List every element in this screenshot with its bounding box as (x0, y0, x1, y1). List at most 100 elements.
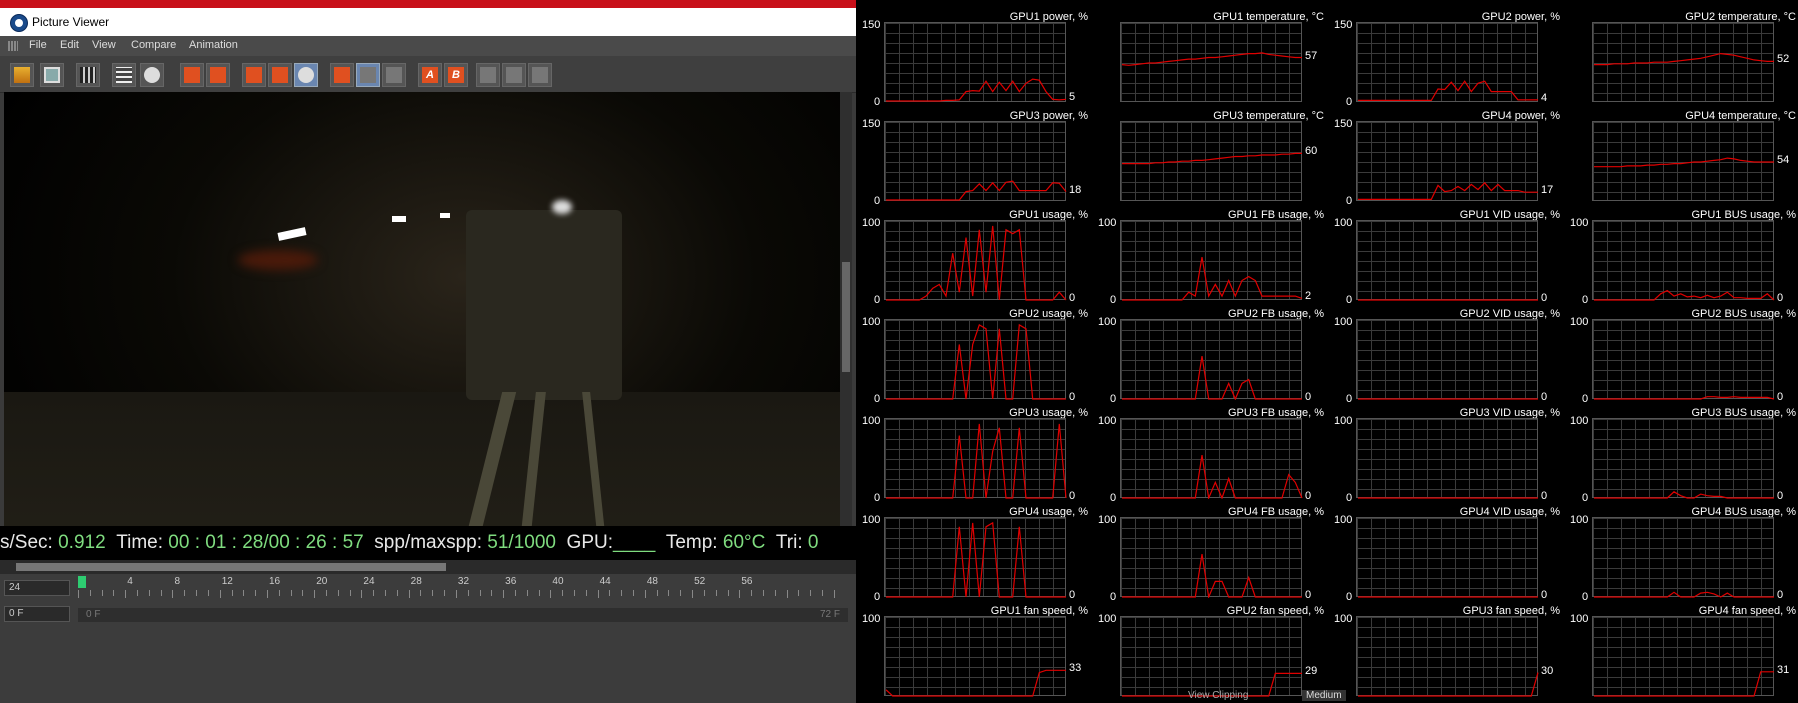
ab-swap-button[interactable] (382, 63, 406, 87)
render-red-glow (238, 250, 318, 270)
timeline-tick (125, 590, 127, 598)
horizontal-scrollbar[interactable] (0, 560, 856, 574)
chart-svg (886, 323, 1066, 400)
series-line (1122, 152, 1302, 165)
background-desktop-right (856, 0, 1798, 8)
menu-animation[interactable]: Animation (189, 39, 238, 51)
y-axis-max-label: 100 (1334, 316, 1353, 328)
y-axis-max-label: 100 (1334, 217, 1353, 229)
timeline-tick (703, 590, 705, 596)
gpu-chart: GPU2 power, % 150 0 4 (1328, 8, 1564, 108)
timeline-tick-label: 48 (646, 576, 658, 587)
chart-plot-area (1120, 517, 1302, 598)
copy-button[interactable] (180, 63, 204, 87)
chart-plot-area (1592, 22, 1774, 102)
timeline-panel: 24 0 F 048121620242832364044485256 0 F 7… (0, 574, 856, 703)
background-desktop (0, 0, 856, 8)
chart-svg (1594, 396, 1775, 400)
gpu-chart: GPU2 fan speed, % 100 29 (1092, 602, 1328, 701)
chart-plot-area (1592, 517, 1774, 598)
series-line (1122, 554, 1302, 598)
set-b-button[interactable]: B (444, 63, 468, 87)
layout-icon (480, 67, 496, 83)
chart-svg (1122, 672, 1302, 697)
layers-button[interactable] (206, 63, 230, 87)
y-axis-max-label: 100 (1334, 415, 1353, 427)
series-line (1122, 356, 1302, 400)
chart-plot-area (1120, 121, 1302, 201)
split-view-button[interactable] (356, 63, 380, 87)
y-axis-max-label: 150 (862, 118, 881, 130)
scroll-thumb[interactable] (16, 563, 446, 571)
zoom-button[interactable] (140, 63, 164, 87)
timeline-tick (491, 590, 493, 596)
open-button[interactable] (10, 63, 34, 87)
set-a-button[interactable]: A (418, 63, 442, 87)
chart-plot-area (1356, 220, 1538, 301)
layout-3-button[interactable] (528, 63, 552, 87)
timeline-tick (526, 590, 528, 596)
fps-field[interactable]: 24 (4, 580, 70, 596)
series-line (886, 225, 1067, 301)
current-value-label: 0 (1541, 490, 1548, 502)
layout-1-button[interactable] (476, 63, 500, 87)
save-button[interactable] (40, 63, 64, 87)
gpu-monitor: GPU1 power, % 150 0 5 GPU1 temperature, °C 57… (856, 8, 1798, 703)
title-bar[interactable]: Picture Viewer (0, 8, 856, 36)
split-view-icon (360, 67, 376, 83)
grid-button[interactable] (112, 63, 136, 87)
scroll-thumb[interactable] (842, 262, 850, 372)
playhead[interactable] (78, 576, 86, 588)
timeline-tick (172, 590, 174, 598)
menu-edit[interactable]: Edit (60, 39, 79, 51)
region-render-button[interactable] (268, 63, 292, 87)
timeline-tick (408, 590, 410, 598)
menu-file[interactable]: File (29, 39, 47, 51)
gpu-chart: GPU1 BUS usage, % 100 0 0 (1564, 206, 1798, 306)
range-end: 72 F (819, 609, 840, 620)
timeline-tick-label: 20 (316, 576, 328, 587)
timeline-tick (255, 590, 257, 596)
quality-dropdown[interactable]: Medium (1302, 690, 1346, 701)
timeline-tick (444, 590, 446, 596)
timeline-tick-label: 32 (457, 576, 470, 587)
render-animation-button[interactable] (76, 63, 100, 87)
folder-icon (14, 67, 30, 83)
y-axis-max-label: 100 (1098, 415, 1117, 427)
timeline-tick (562, 590, 564, 596)
stat-value: 00 : 01 : 28/00 : 26 : 57 (168, 532, 364, 553)
layout-icon (532, 67, 548, 83)
stat-label: GPU: (566, 532, 613, 553)
timeline-tick-label: 4 (127, 576, 133, 587)
timeline-tick (597, 590, 599, 598)
chart-svg (1122, 455, 1303, 499)
current-value-label: 0 (1541, 589, 1548, 601)
timeline-tick (680, 590, 682, 596)
layout-2-button[interactable] (502, 63, 526, 87)
grid-icon (116, 67, 132, 83)
menu-compare[interactable]: Compare (131, 39, 176, 51)
range-bar[interactable]: 0 F 72 F (78, 608, 848, 622)
ab-compare-button[interactable] (330, 63, 354, 87)
current-value-label: 60 (1305, 145, 1318, 158)
timeline-tick (361, 590, 363, 598)
frame-field[interactable]: 0 F (4, 606, 70, 622)
timeline-ruler[interactable]: 048121620242832364044485256 (78, 574, 848, 598)
ipr-button[interactable] (294, 63, 318, 87)
y-axis-max-label: 100 (1334, 613, 1353, 625)
grip-icon[interactable] (8, 41, 18, 51)
y-axis-max-label: 150 (1334, 19, 1353, 31)
y-axis-max-label: 100 (862, 415, 881, 427)
gpu-chart: GPU1 power, % 150 0 5 (856, 8, 1092, 108)
series-line (1122, 455, 1303, 499)
chart-plot-area (884, 418, 1067, 499)
chart-plot-area (1592, 121, 1774, 201)
cinema4d-app-icon (10, 14, 28, 32)
timeline-tick (243, 590, 245, 596)
y-axis-max-label: 100 (1098, 613, 1117, 625)
menu-view[interactable]: View (92, 39, 116, 51)
window-title: Picture Viewer (32, 15, 110, 29)
series-line (886, 78, 1067, 102)
chart-plot-area (1120, 22, 1302, 102)
region-button[interactable] (242, 63, 266, 87)
